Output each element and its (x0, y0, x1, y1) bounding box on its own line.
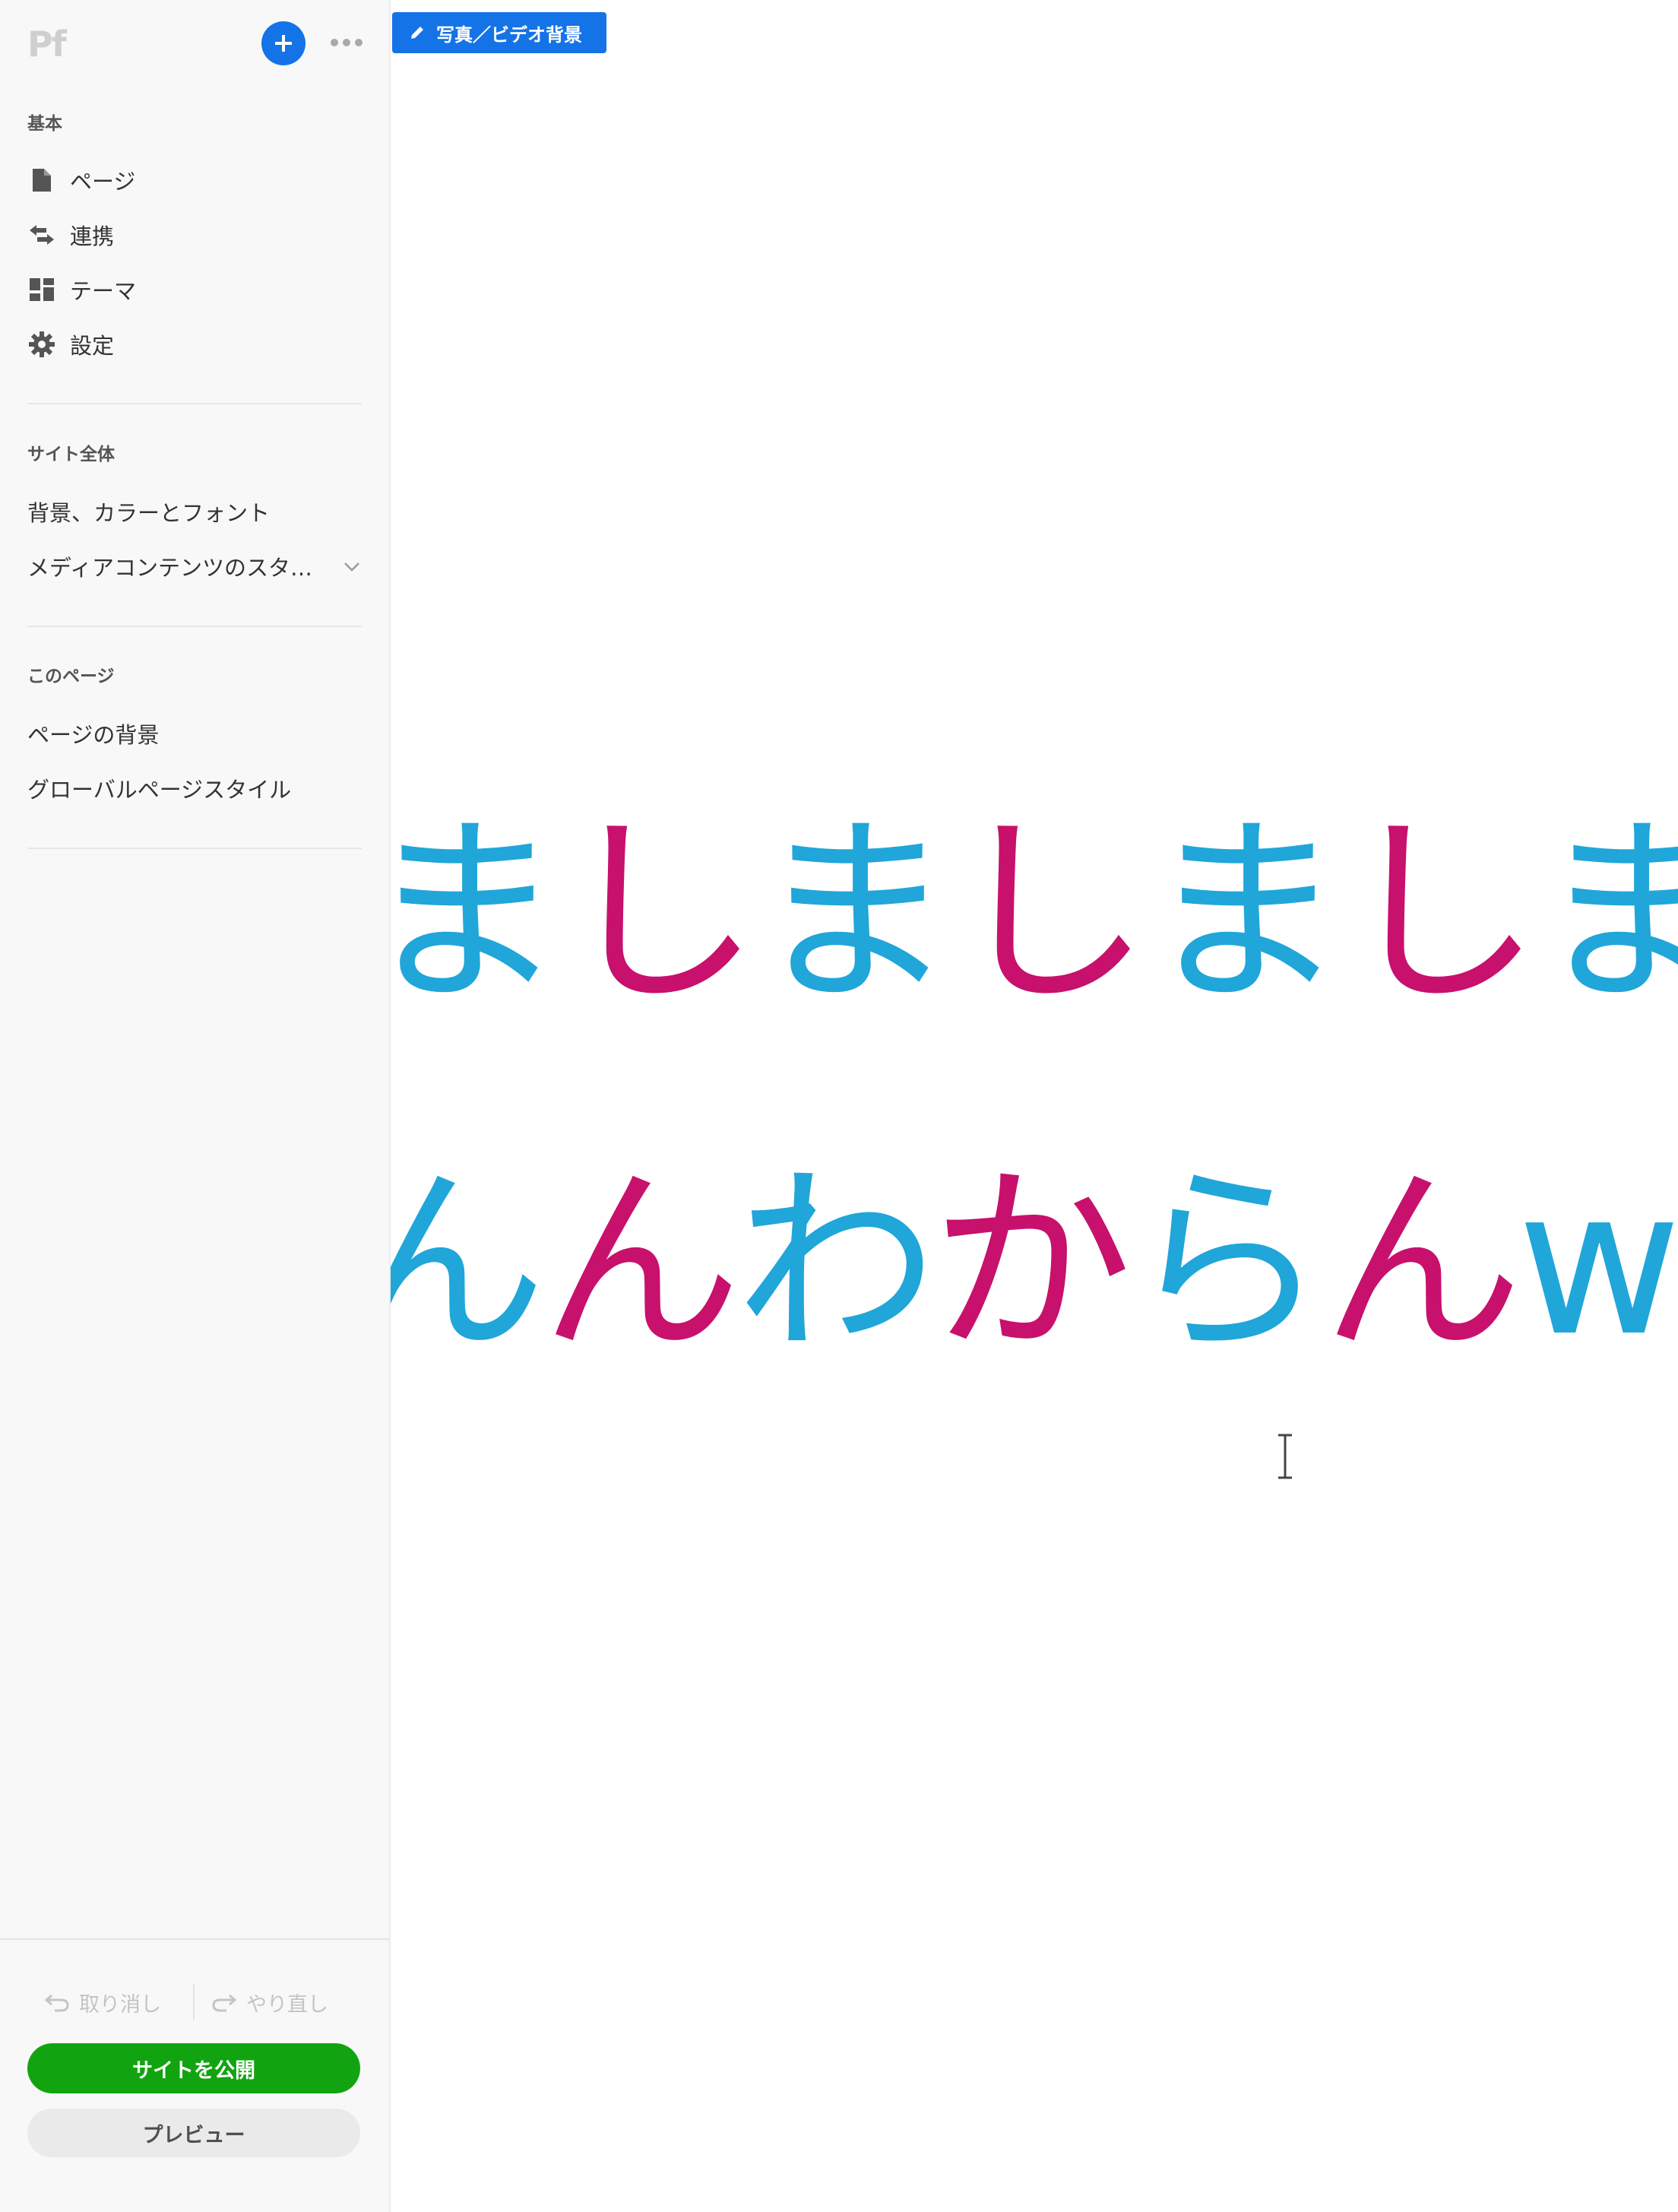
section-heading-basic: 基本 (27, 114, 62, 134)
divider (193, 1984, 195, 2020)
headline-char: ん (391, 1146, 546, 1380)
redo-button[interactable]: やり直し (211, 1985, 328, 2019)
headline-char: し (1340, 797, 1541, 1031)
divider (27, 403, 362, 404)
headline-char: ま (1145, 797, 1346, 1031)
undo-label: 取り消し (79, 1992, 161, 2017)
page-canvas[interactable]: 写真／ビデオ背景 ましましましま んんわからんw (391, 0, 1678, 2212)
headline-char: ま (391, 797, 565, 1031)
headline-char: w (1517, 1146, 1678, 1380)
redo-label: やり直し (246, 1992, 328, 2017)
headline-char: ん (540, 1146, 742, 1380)
pencil-icon (411, 27, 423, 39)
sidebar-item-settings[interactable]: 設定 (27, 325, 114, 363)
preview-button[interactable]: プレビュー (27, 2109, 360, 2157)
photo-video-background-button[interactable]: 写真／ビデオ背景 (392, 12, 606, 53)
sidebar-item-theme[interactable]: テーマ (27, 271, 136, 309)
sidebar-item-pages[interactable]: ページ (27, 161, 135, 199)
sidebar-item-label: グローバルページスタイル (27, 777, 292, 803)
app-logo: Pf (27, 24, 67, 65)
sidebar-item-label: メディアコンテンツのスタ… (27, 555, 312, 581)
headline-char: か (931, 1146, 1132, 1380)
sidebar-item-media-content-style[interactable]: メディアコンテンツのスタ… (27, 547, 312, 585)
page-icon (27, 166, 56, 195)
headline-line-1[interactable]: ましましましま (391, 813, 1678, 1015)
headline-char: ま (754, 797, 955, 1031)
publish-site-button[interactable]: サイトを公開 (27, 2043, 360, 2093)
connect-arrows-icon (27, 220, 56, 249)
section-heading-site: サイト全体 (27, 445, 115, 464)
divider (27, 848, 362, 849)
headline-char: し (949, 797, 1151, 1031)
sidebar-item-label: ページ (70, 169, 136, 195)
headline-char: ん (1322, 1146, 1523, 1380)
sidebar-item-label: テーマ (70, 278, 137, 304)
app-window: Pf 基本 ページ 連携 テーマ 設定 サイト全体 背景、カラーとフォント メデ… (0, 0, 1678, 2212)
sidebar: Pf 基本 ページ 連携 テーマ 設定 サイト全体 背景、カラーとフォント メデ… (0, 0, 391, 2212)
ellipsis-icon (331, 39, 363, 46)
undo-icon (44, 1994, 69, 2012)
plus-icon (275, 35, 292, 52)
more-options-button[interactable] (328, 30, 365, 55)
headline-line-2[interactable]: んんわからんw (391, 1163, 1678, 1364)
divider (27, 626, 362, 627)
chevron-down-icon[interactable] (342, 556, 362, 576)
text-cursor-icon (1278, 1434, 1292, 1479)
sidebar-item-page-background[interactable]: ページの背景 (27, 715, 159, 753)
sidebar-footer: 取り消し やり直し サイトを公開 プレビュー (0, 1938, 389, 2212)
headline-char: ま (1535, 797, 1678, 1031)
gear-icon (27, 330, 56, 359)
theme-grid-icon (27, 275, 56, 304)
section-heading-this-page: このページ (27, 667, 115, 686)
sidebar-item-global-page-style[interactable]: グローバルページスタイル (27, 769, 291, 807)
background-chip-label: 写真／ビデオ背景 (436, 24, 582, 46)
sidebar-item-label: 背景、カラーとフォント (27, 500, 271, 526)
sidebar-item-label: 設定 (70, 333, 115, 359)
sidebar-item-integrations[interactable]: 連携 (27, 216, 114, 254)
headline-char: し (559, 797, 760, 1031)
headline-char: わ (736, 1146, 937, 1380)
headline-char: ら (1126, 1146, 1328, 1380)
sidebar-item-background-colors-fonts[interactable]: 背景、カラーとフォント (27, 493, 270, 531)
redo-icon (212, 1994, 237, 2012)
undo-button[interactable]: 取り消し (44, 1985, 161, 2019)
sidebar-item-label: 連携 (70, 223, 115, 249)
sidebar-item-label: ページの背景 (27, 722, 160, 748)
add-button[interactable] (261, 21, 306, 65)
